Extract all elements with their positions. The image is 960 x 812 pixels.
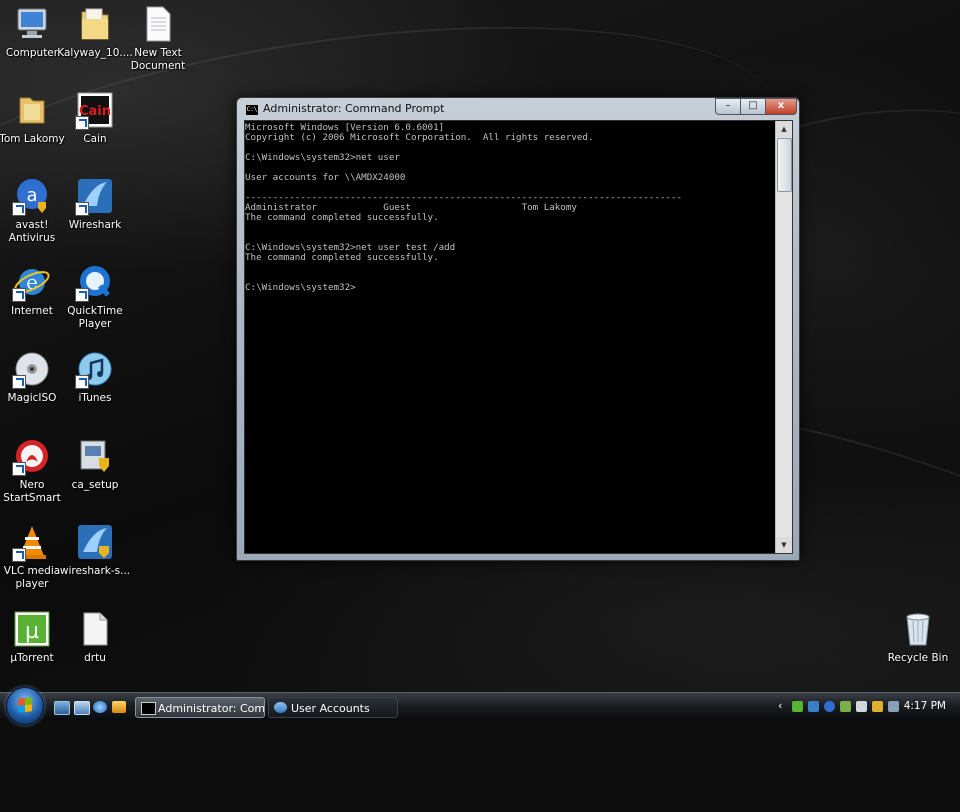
taskbar-clock[interactable]: 4:17 PM: [904, 700, 946, 712]
console-line: The command completed successfully.: [245, 252, 439, 263]
power-icon[interactable]: [872, 701, 883, 712]
cain-icon: Cain: [75, 90, 115, 130]
taskbar-button-user-accounts[interactable]: User Accounts: [268, 697, 398, 718]
shortcut-arrow-icon: [12, 202, 26, 216]
vlc-icon: [12, 522, 52, 562]
text-document-icon: [138, 4, 178, 44]
desktop-icon-wireshark[interactable]: Wireshark: [55, 176, 135, 232]
svg-text:a: a: [26, 185, 37, 206]
console-line: The command completed successfully.: [245, 212, 439, 223]
taskbar-button-label: Administrator: Com...: [158, 702, 265, 715]
user-folder-icon: [12, 90, 52, 130]
shortcut-arrow-icon: [12, 375, 26, 389]
shortcut-arrow-icon: [12, 288, 26, 302]
folder-icon: [75, 4, 115, 44]
desktop-icon-label: QuickTime Player: [67, 305, 123, 330]
desktop-icon-label: Wireshark: [68, 219, 122, 231]
file-icon: [75, 609, 115, 649]
desktop-icon-itunes[interactable]: iTunes: [55, 349, 135, 405]
safely-remove-icon[interactable]: [840, 701, 851, 712]
desktop-icon-label: iTunes: [78, 392, 112, 404]
disc-icon: [12, 349, 52, 389]
wireshark-icon: [75, 522, 115, 562]
console-line: User accounts for \\AMDX24000: [245, 172, 406, 183]
console-line: C:\Windows\system32>net user: [245, 152, 400, 163]
nero-icon: [12, 436, 52, 476]
close-button[interactable]: x: [765, 98, 797, 115]
quicktime-icon: [75, 262, 115, 302]
scroll-down-arrow-icon[interactable]: ▼: [776, 537, 792, 553]
avast-tray-icon[interactable]: [824, 701, 835, 712]
desktop-icon-drtu[interactable]: drtu: [55, 609, 135, 665]
console-prompt-line: C:\Windows\system32>: [245, 282, 356, 293]
taskbar: Administrator: Com... User Accounts ‹ 4:…: [0, 687, 960, 725]
desktop: Computer Tom Lakomy a avast! Antivirus e…: [0, 0, 960, 812]
desktop-icon-ca-setup[interactable]: ca_setup: [55, 436, 135, 492]
internet-explorer-icon: e: [12, 262, 52, 302]
window-title: Administrator: Command Prompt: [263, 102, 445, 115]
desktop-icon-wireshark-setup[interactable]: wireshark-s...: [55, 522, 135, 578]
console-area[interactable]: Microsoft Windows [Version 6.0.6001] Cop…: [244, 120, 793, 554]
taskbar-button-label: User Accounts: [291, 702, 370, 715]
desktop-icon-quicktime[interactable]: QuickTime Player: [55, 262, 135, 331]
windows-logo-icon: [18, 697, 32, 713]
show-desktop-icon[interactable]: [54, 701, 70, 715]
user-accounts-icon: [274, 702, 287, 713]
desktop-icon-label: New Text Document: [130, 47, 186, 72]
taskbar-button-command-prompt[interactable]: Administrator: Com...: [135, 697, 265, 718]
itunes-icon: [75, 349, 115, 389]
switch-windows-icon[interactable]: [74, 701, 90, 715]
desktop-icon-recycle-bin[interactable]: Recycle Bin: [878, 609, 958, 665]
cmd-icon: [141, 702, 156, 715]
desktop-icon-label: Cain: [83, 133, 107, 145]
shortcut-arrow-icon: [75, 116, 89, 130]
desktop-icon-cain[interactable]: Cain Cain: [55, 90, 135, 146]
vertical-scrollbar[interactable]: ▲ ▼: [775, 121, 792, 553]
desktop-icon-label: drtu: [84, 652, 106, 664]
wireshark-icon: [75, 176, 115, 216]
utorrent-tray-icon[interactable]: [792, 701, 803, 712]
window-titlebar[interactable]: C:\ Administrator: Command Prompt – □ x: [237, 98, 799, 120]
wireless-icon[interactable]: [888, 701, 899, 712]
desktop-icon-label: ca_setup: [71, 479, 119, 491]
console-output[interactable]: Microsoft Windows [Version 6.0.6001] Cop…: [245, 123, 775, 551]
console-line: Copyright (c) 2006 Microsoft Corporation…: [245, 132, 594, 143]
start-button[interactable]: [6, 687, 44, 725]
shortcut-arrow-icon: [12, 548, 26, 562]
shortcut-arrow-icon: [12, 462, 26, 476]
media-icon[interactable]: [112, 701, 126, 713]
svg-text:µ: µ: [25, 619, 39, 644]
computer-icon: [12, 4, 52, 44]
desktop-icon-new-text-document[interactable]: New Text Document: [118, 4, 198, 73]
shortcut-arrow-icon: [75, 202, 89, 216]
utorrent-icon: µ: [12, 609, 52, 649]
command-prompt-window[interactable]: C:\ Administrator: Command Prompt – □ x …: [236, 97, 800, 561]
internet-explorer-icon[interactable]: [93, 701, 107, 713]
scroll-up-arrow-icon[interactable]: ▲: [776, 121, 792, 137]
volume-icon[interactable]: [856, 701, 867, 712]
recycle-bin-icon: [898, 609, 938, 649]
maximize-button[interactable]: □: [740, 98, 766, 115]
scrollbar-thumb[interactable]: [777, 138, 792, 192]
desktop-icon-label: Recycle Bin: [887, 652, 949, 664]
avast-icon: a: [12, 176, 52, 216]
desktop-icon-label: wireshark-s...: [59, 565, 131, 577]
system-tray: ‹ 4:17 PM: [776, 693, 960, 721]
shortcut-arrow-icon: [75, 375, 89, 389]
cmd-icon: C:\: [245, 104, 259, 116]
tray-expand-chevron-icon[interactable]: ‹: [778, 699, 782, 712]
setup-icon: [75, 436, 115, 476]
shortcut-arrow-icon: [75, 288, 89, 302]
minimize-button[interactable]: –: [715, 98, 741, 115]
network-icon[interactable]: [808, 701, 819, 712]
